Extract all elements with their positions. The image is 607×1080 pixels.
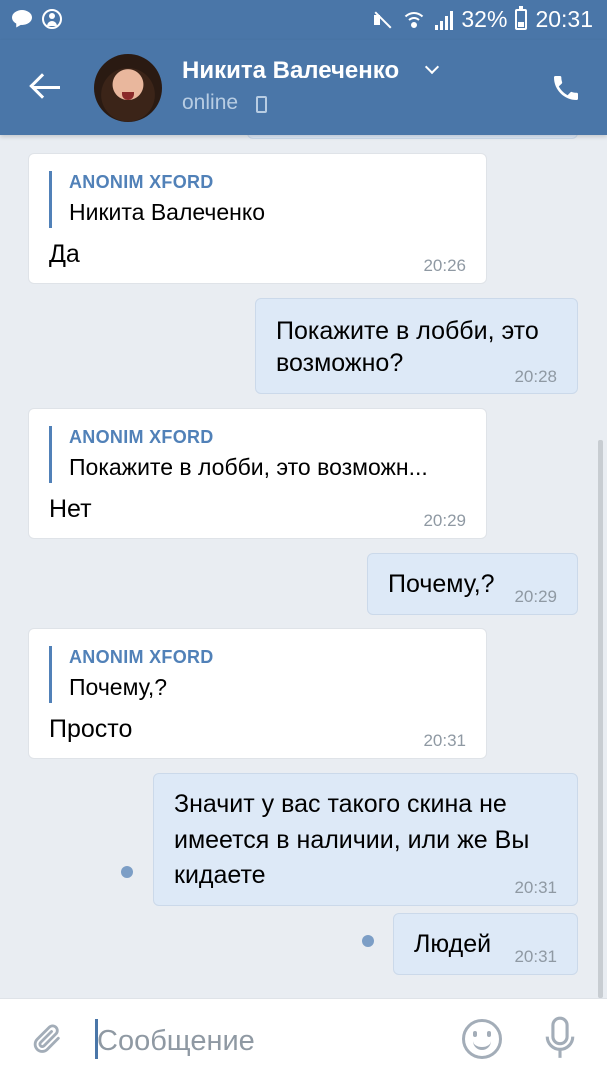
microphone-icon[interactable] <box>543 1015 577 1061</box>
message-time: 20:29 <box>423 511 466 530</box>
reply-text: Почему,? <box>69 674 168 700</box>
signal-icon <box>435 10 454 30</box>
smiley-icon[interactable] <box>462 1019 502 1059</box>
message-bubble-partial[interactable] <box>247 135 578 139</box>
contact-name[interactable]: Никита Валеченко <box>182 57 399 85</box>
message-text-line: Значит у вас такого скина не <box>174 790 507 818</box>
message-bubble-incoming[interactable]: ANONIM XFORD Покажите в лобби, это возмо… <box>28 408 487 539</box>
quoted-reply[interactable]: ANONIM XFORD Почему,? <box>49 646 214 703</box>
message-input[interactable]: Сообщение <box>97 1025 255 1058</box>
chat-header: Никита Валеченко online <box>0 40 607 135</box>
avatar[interactable] <box>94 54 162 122</box>
message-text: Нет <box>49 495 92 523</box>
reply-text: Никита Валеченко <box>69 199 265 225</box>
message-bubble-outgoing[interactable]: Почему,? 20:29 <box>367 553 578 615</box>
message-bubble-incoming[interactable]: ANONIM XFORD Почему,? Просто 20:31 <box>28 628 487 759</box>
account-icon <box>42 9 62 29</box>
reply-author: ANONIM XFORD <box>69 647 214 667</box>
message-time: 20:31 <box>514 878 557 897</box>
status-bar: 32% 20:31 <box>0 0 607 40</box>
message-composer: Сообщение <box>0 998 607 1080</box>
battery-percent: 32% <box>461 6 508 32</box>
clock: 20:31 <box>535 6 593 32</box>
mute-icon <box>371 9 393 31</box>
message-text-line: имеется в наличии, или же Вы <box>174 826 530 854</box>
phone-call-icon[interactable] <box>550 72 582 104</box>
message-text: Да <box>49 240 80 268</box>
presence-status: online <box>182 91 239 114</box>
unread-indicator <box>121 866 133 878</box>
quoted-reply[interactable]: ANONIM XFORD Покажите в лобби, это возмо… <box>49 426 428 483</box>
message-text-line: Людей <box>414 930 492 958</box>
unread-indicator <box>362 935 374 947</box>
message-time: 20:29 <box>514 587 557 606</box>
scrollbar[interactable] <box>598 440 603 998</box>
reply-author: ANONIM XFORD <box>69 172 214 192</box>
chat-notification-icon <box>12 10 32 28</box>
mobile-icon <box>256 96 267 113</box>
message-text: Просто <box>49 715 133 743</box>
message-text-line: Почему,? <box>388 570 495 598</box>
reply-author: ANONIM XFORD <box>69 427 214 447</box>
message-time: 20:28 <box>514 367 557 386</box>
message-text-line: кидаете <box>174 861 266 889</box>
message-bubble-incoming[interactable]: ANONIM XFORD Никита Валеченко Да 20:26 <box>28 153 487 284</box>
message-time: 20:31 <box>423 731 466 750</box>
message-text-line: Покажите в лобби, это <box>276 317 539 345</box>
wifi-icon <box>401 10 428 30</box>
back-arrow-icon[interactable] <box>26 70 66 106</box>
chevron-down-icon[interactable] <box>424 59 440 75</box>
paperclip-icon[interactable] <box>30 1021 64 1057</box>
message-text-line: возможно? <box>276 349 404 377</box>
message-time: 20:26 <box>423 256 466 275</box>
message-bubble-outgoing[interactable]: Людей 20:31 <box>393 913 578 975</box>
message-bubble-outgoing[interactable]: Покажите в лобби, это возможно? 20:28 <box>255 298 578 394</box>
battery-icon <box>515 6 528 30</box>
message-time: 20:31 <box>514 947 557 966</box>
message-bubble-outgoing[interactable]: Значит у вас такого скина не имеется в н… <box>153 773 578 906</box>
reply-text: Покажите в лобби, это возможн... <box>69 454 428 480</box>
quoted-reply[interactable]: ANONIM XFORD Никита Валеченко <box>49 171 265 228</box>
message-list[interactable]: ANONIM XFORD Никита Валеченко Да 20:26 П… <box>0 135 607 998</box>
